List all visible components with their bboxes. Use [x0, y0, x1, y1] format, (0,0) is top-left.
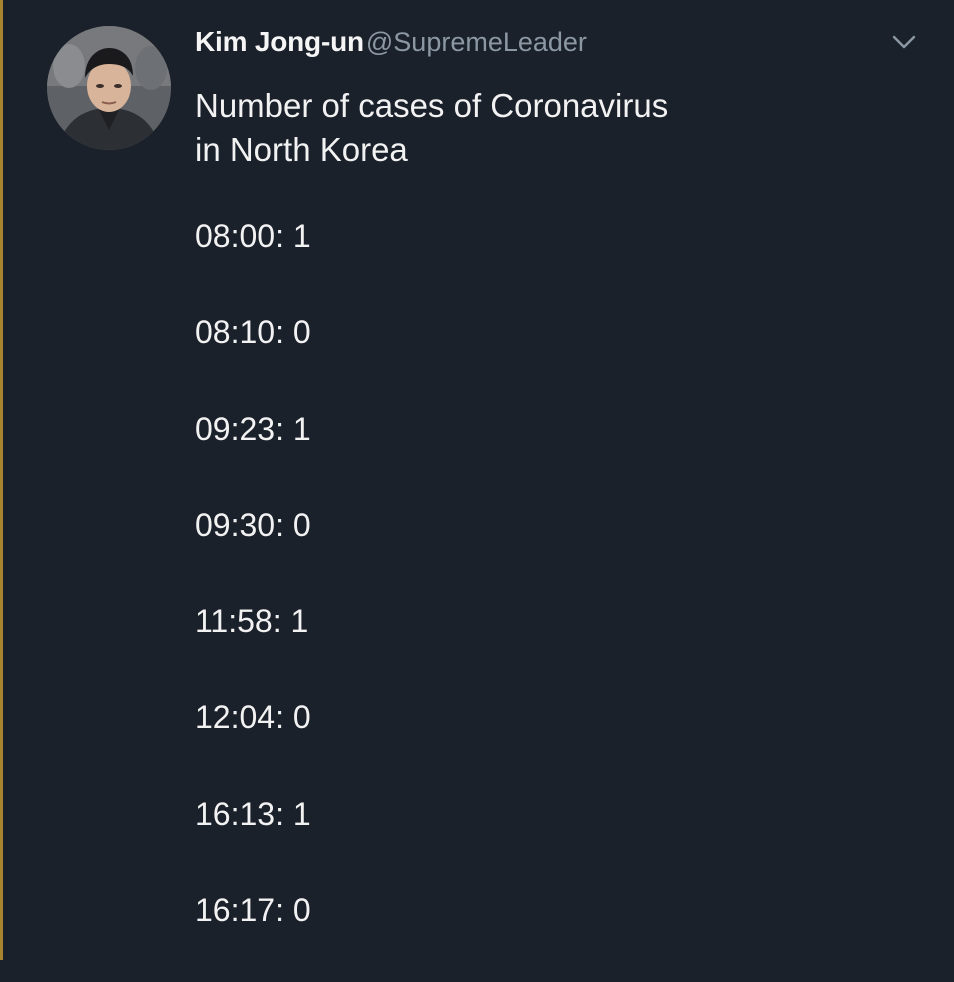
author-display-name[interactable]: Kim Jong-un — [195, 26, 364, 58]
tweet: Kim Jong-un @SupremeLeader Number of cas… — [0, 0, 954, 960]
case-count-entry: 08:00: 1 — [195, 218, 311, 254]
tweet-text-line: in North Korea — [195, 131, 408, 168]
tweet-text-line: Number of cases of Coronavirus — [195, 87, 669, 124]
case-count-entry: 16:13: 1 — [195, 795, 311, 832]
case-count-entry: 08:10: 0 — [195, 314, 311, 351]
case-count-entry: 11:58: 1 — [195, 603, 309, 640]
chevron-down-icon[interactable] — [888, 30, 920, 54]
tweet-header: Kim Jong-un @SupremeLeader — [195, 26, 587, 62]
case-count-entry: 09:23: 1 — [195, 410, 311, 447]
case-count-entry: 09:30: 0 — [195, 506, 311, 543]
tweet-text: Number of cases of Coronavirus in North … — [195, 84, 835, 172]
case-count-entry: 16:17: 0 — [195, 892, 311, 929]
author-handle[interactable]: @SupremeLeader — [366, 27, 587, 58]
avatar-photo — [47, 26, 171, 150]
case-count-list: 08:00: 1 08:10: 0 09:23: 1 09:30: 0 11:5… — [195, 212, 311, 982]
case-count-entry: 12:04: 0 — [195, 699, 311, 736]
avatar[interactable] — [47, 26, 171, 150]
